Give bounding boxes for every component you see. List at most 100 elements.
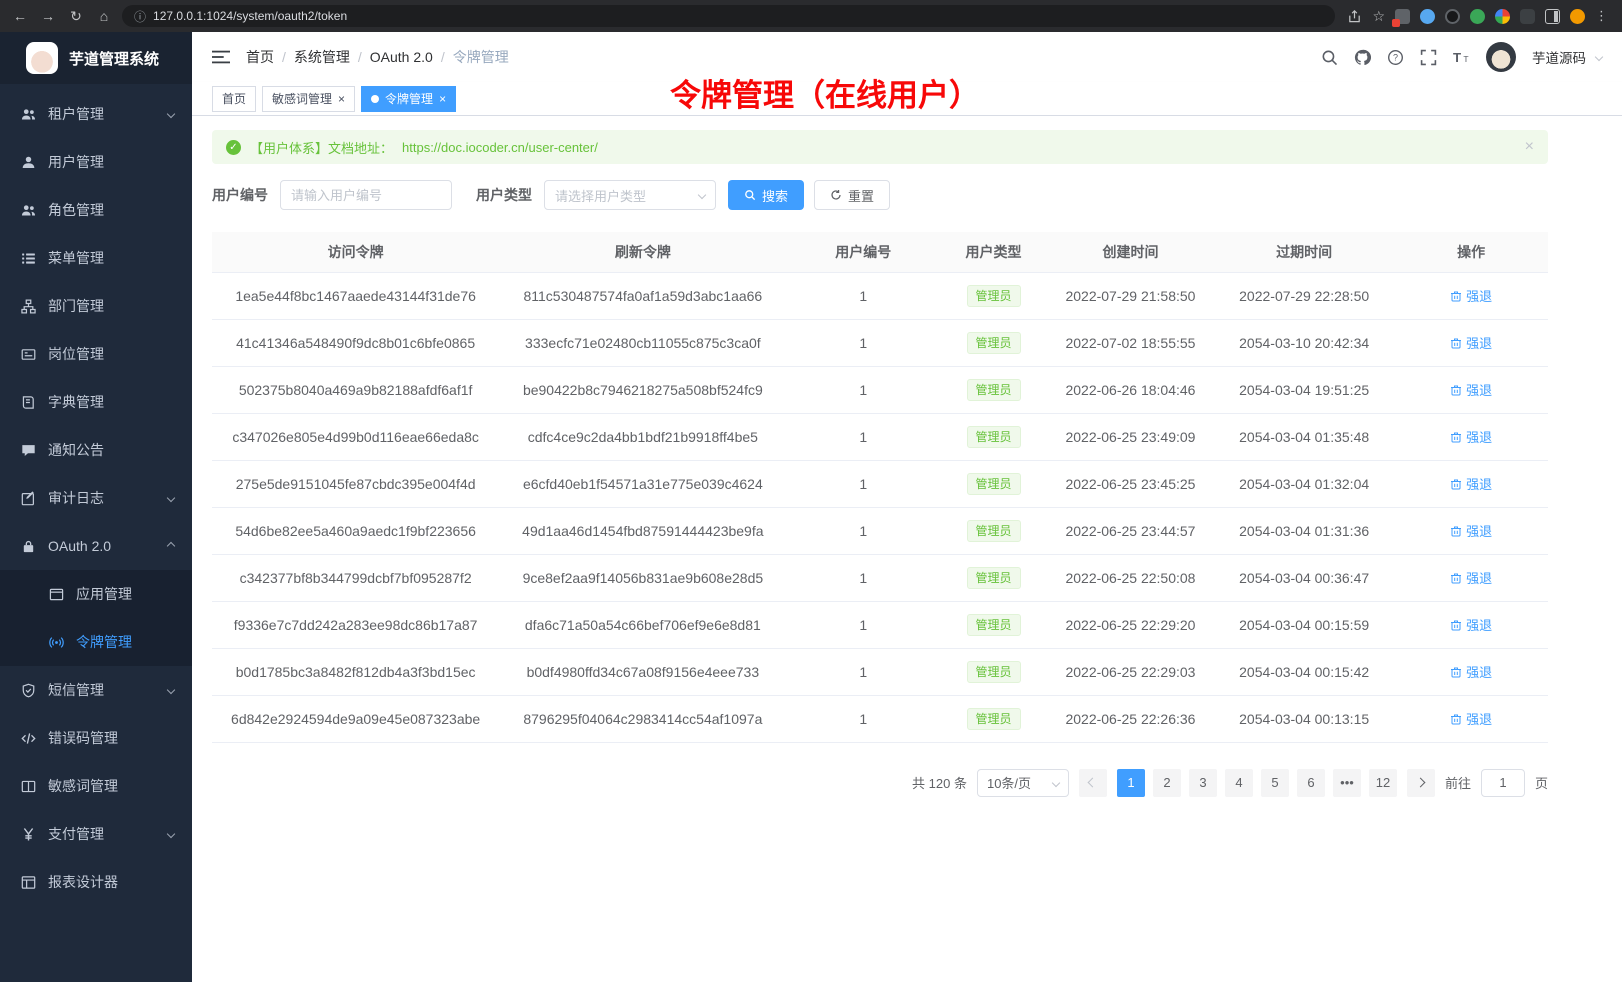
breadcrumb-item: 令牌管理 (453, 47, 509, 67)
force-logout-button[interactable]: 强退 (1450, 474, 1492, 493)
next-page-button[interactable] (1407, 769, 1435, 797)
cell-refresh-token: 333ecfc71e02480cb11055c875c3ca0f (499, 319, 786, 366)
reset-button[interactable]: 重置 (814, 180, 890, 210)
cell-user-id: 1 (786, 648, 940, 695)
address-bar[interactable]: ⓘ 127.0.0.1:1024/system/oauth2/token (122, 5, 1335, 27)
extension-icon[interactable] (1495, 9, 1510, 24)
force-logout-button[interactable]: 强退 (1450, 521, 1492, 540)
page-button[interactable]: 6 (1297, 769, 1325, 797)
sidebar-item-1[interactable]: 用户管理 (0, 138, 192, 186)
page-button[interactable]: 1 (1117, 769, 1145, 797)
sidebar-item-14[interactable]: 敏感词管理 (0, 762, 192, 810)
column-header: 用户编号 (786, 232, 940, 272)
reload-button[interactable]: ↻ (66, 6, 86, 26)
browser-profile-avatar[interactable] (1570, 9, 1585, 24)
browser-toolbar-right: ☆ ⋮ (1343, 8, 1612, 25)
app-logo[interactable]: 芋道管理系统 (0, 32, 192, 84)
sidebar-item-9[interactable]: OAuth 2.0 (0, 522, 192, 570)
extension-icon[interactable] (1395, 9, 1410, 24)
page-button[interactable]: 3 (1189, 769, 1217, 797)
column-header: 操作 (1394, 232, 1548, 272)
cell-refresh-token: dfa6c71a50a54c66bef706ef9e6e8d81 (499, 601, 786, 648)
forward-button[interactable]: → (38, 6, 58, 26)
home-button[interactable]: ⌂ (94, 6, 114, 26)
sidebar-item-11[interactable]: 令牌管理 (0, 618, 192, 666)
sidebar-item-15[interactable]: 支付管理 (0, 810, 192, 858)
sidebar-item-0[interactable]: 租户管理 (0, 90, 192, 138)
sidebar-item-12[interactable]: 短信管理 (0, 666, 192, 714)
page-unit-label: 页 (1535, 773, 1548, 792)
page-button[interactable]: 5 (1261, 769, 1289, 797)
sidebar-item-10[interactable]: 应用管理 (0, 570, 192, 618)
tab-0[interactable]: 首页 (212, 86, 256, 112)
yen-icon (20, 826, 36, 842)
tab-2[interactable]: 令牌管理× (361, 86, 456, 112)
sidebar-item-3[interactable]: 菜单管理 (0, 234, 192, 282)
column-header: 创建时间 (1047, 232, 1214, 272)
cell-user-type: 管理员 (940, 554, 1047, 601)
breadcrumb-item[interactable]: OAuth 2.0 (370, 49, 433, 65)
browser-menu-icon[interactable]: ⋮ (1595, 8, 1608, 24)
cell-user-id: 1 (786, 507, 940, 554)
sidebar-item-8[interactable]: 审计日志 (0, 474, 192, 522)
close-icon[interactable]: × (1525, 139, 1534, 155)
help-icon[interactable]: ? (1387, 49, 1404, 66)
cell-expire-time: 2054-03-04 01:31:36 (1214, 507, 1394, 554)
font-size-icon[interactable]: TT (1453, 49, 1470, 66)
force-logout-button[interactable]: 强退 (1450, 615, 1492, 634)
user-type-badge: 管理员 (967, 379, 1021, 401)
sidebar-item-7[interactable]: 通知公告 (0, 426, 192, 474)
back-button[interactable]: ← (10, 6, 30, 26)
breadcrumb-item[interactable]: 首页 (246, 47, 274, 67)
user-name[interactable]: 芋道源码 (1532, 47, 1586, 67)
extensions-puzzle-icon[interactable] (1520, 9, 1535, 24)
force-logout-button[interactable]: 强退 (1450, 333, 1492, 352)
cell-action: 强退 (1394, 413, 1548, 460)
user-id-input[interactable] (280, 180, 452, 210)
page-button[interactable]: 12 (1369, 769, 1397, 797)
page-button[interactable]: 2 (1153, 769, 1181, 797)
force-logout-button[interactable]: 强退 (1450, 709, 1492, 728)
page-size-select[interactable]: 10条/页 (977, 769, 1069, 797)
chevron-down-icon[interactable] (1596, 54, 1602, 60)
side-panel-icon[interactable] (1545, 9, 1560, 24)
force-logout-button[interactable]: 强退 (1450, 427, 1492, 446)
prev-page-button[interactable] (1079, 769, 1107, 797)
goto-page-input[interactable] (1481, 769, 1525, 797)
fullscreen-icon[interactable] (1420, 49, 1437, 66)
page-button[interactable]: 4 (1225, 769, 1253, 797)
force-logout-button[interactable]: 强退 (1450, 662, 1492, 681)
close-icon[interactable]: × (439, 93, 446, 105)
sidebar-item-6[interactable]: 字典管理 (0, 378, 192, 426)
sidebar-item-13[interactable]: 错误码管理 (0, 714, 192, 762)
site-info-icon[interactable]: ⓘ (134, 8, 146, 25)
force-logout-button[interactable]: 强退 (1450, 568, 1492, 587)
table-row: f9336e7c7dd242a283ee98dc86b17a87dfa6c71a… (212, 601, 1548, 648)
github-icon[interactable] (1354, 49, 1371, 66)
tree-icon (20, 298, 36, 314)
user-type-select[interactable]: 请选择用户类型 (544, 180, 716, 210)
search-button[interactable]: 搜索 (728, 180, 804, 210)
page-button[interactable]: ••• (1333, 769, 1361, 797)
force-logout-button[interactable]: 强退 (1450, 380, 1492, 399)
alert-doc-link[interactable]: https://doc.iocoder.cn/user-center/ (402, 140, 598, 155)
extension-icon[interactable] (1420, 9, 1435, 24)
force-logout-button[interactable]: 强退 (1450, 286, 1492, 305)
cell-refresh-token: e6cfd40eb1f54571a31e775e039c4624 (499, 460, 786, 507)
search-icon[interactable] (1321, 49, 1338, 66)
sidebar-item-2[interactable]: 角色管理 (0, 186, 192, 234)
chevron-up-icon (168, 543, 174, 549)
sidebar-item-5[interactable]: 岗位管理 (0, 330, 192, 378)
share-icon[interactable] (1347, 9, 1362, 24)
user-avatar[interactable] (1486, 42, 1516, 72)
sidebar-item-4[interactable]: 部门管理 (0, 282, 192, 330)
extension-icon[interactable] (1470, 9, 1485, 24)
sidebar-item-16[interactable]: 报表设计器 (0, 858, 192, 906)
hamburger-icon[interactable] (212, 48, 230, 66)
breadcrumb-item[interactable]: 系统管理 (294, 47, 350, 67)
bookmark-star-icon[interactable]: ☆ (1372, 8, 1385, 25)
extension-icon[interactable] (1445, 9, 1460, 24)
close-icon[interactable]: × (338, 93, 345, 105)
user-type-badge: 管理员 (967, 614, 1021, 636)
tab-1[interactable]: 敏感词管理× (262, 86, 355, 112)
